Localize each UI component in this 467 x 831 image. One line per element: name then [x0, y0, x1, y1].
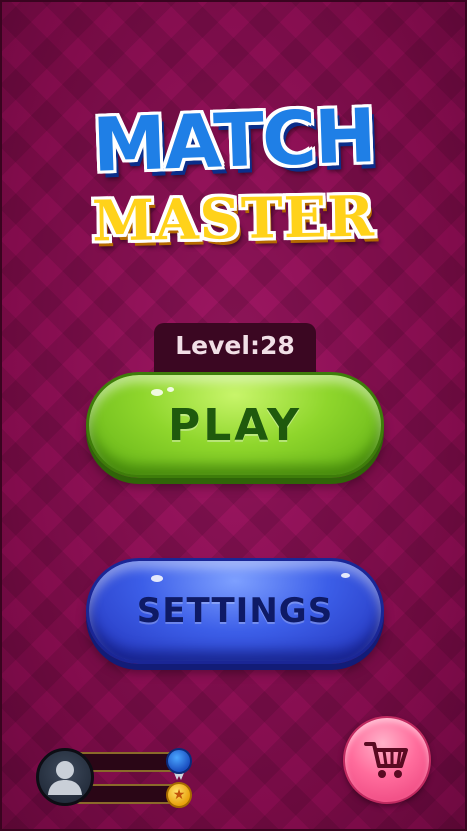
play-button[interactable]: PLAY [86, 372, 384, 478]
shopping-cart-icon [364, 742, 408, 778]
shop-cart-button[interactable] [343, 716, 431, 804]
settings-button[interactable]: SETTINGS [86, 558, 384, 664]
button-shine [151, 575, 163, 582]
settings-button-label: SETTINGS [136, 591, 334, 631]
level-label: Level:28 [175, 331, 295, 360]
button-shine [341, 573, 350, 578]
button-shine [151, 389, 163, 396]
blue-medal-icon [166, 748, 192, 774]
level-badge: Level:28 [154, 323, 316, 373]
game-logo: MATCH MASTER [0, 92, 467, 262]
user-silhouette-icon[interactable] [36, 748, 94, 806]
logo-title-master: MASTER [91, 183, 376, 255]
gold-star-medal-icon: ★ [166, 782, 192, 808]
player-profile[interactable]: ★ [36, 746, 206, 810]
play-button-label: PLAY [168, 399, 302, 451]
logo-title-match: MATCH [91, 93, 376, 189]
button-shine [167, 387, 174, 392]
